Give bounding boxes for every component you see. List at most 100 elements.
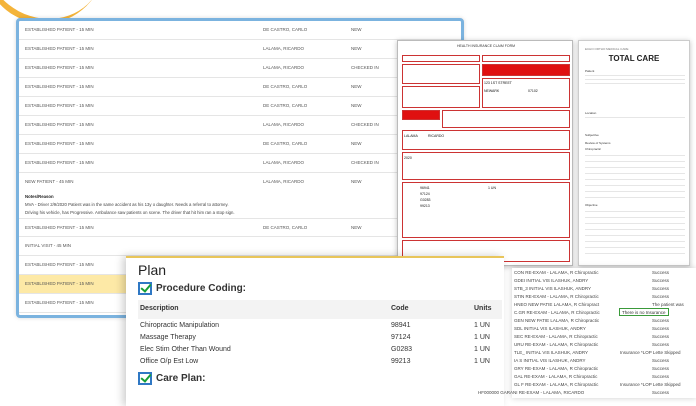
- visit-type: NEW PATIENT - 45 MIN: [25, 179, 74, 184]
- schedule-row[interactable]: ESTABLISHED PATIENT - 15 MIN DE CASTRO, C…: [19, 78, 461, 97]
- provider-name: DE CASTRO, CARLO: [263, 141, 308, 146]
- form-text: 2020: [404, 156, 412, 160]
- form-text: 123 1ST STREET: [484, 81, 512, 85]
- insurance-tooltip: There is no Insurance: [619, 308, 669, 316]
- provider-name: DE CASTRO, CARLO: [263, 27, 308, 32]
- report-label: Objective: [585, 203, 598, 207]
- schedule-row[interactable]: INITIAL VISIT - 45 MIN: [19, 237, 461, 256]
- procedure-row[interactable]: Massage Therapy 97124 1 UN: [138, 333, 502, 344]
- form-text: G0283: [420, 198, 431, 202]
- procedure-units: 1 UN: [474, 358, 490, 365]
- report-line: [585, 161, 685, 162]
- log-status: Success: [652, 374, 670, 379]
- log-text: GEN NEW PATIE LALAMA, R Chiropractic: [514, 318, 600, 323]
- visit-type: ESTABLISHED PATIENT - 15 MIN: [25, 84, 94, 89]
- provider-name: DE CASTRO, CARLO: [263, 84, 308, 89]
- report-line: [585, 241, 685, 242]
- log-status: Success: [652, 334, 670, 339]
- report-line: [585, 179, 685, 180]
- notes-line: Driving his vehicle, has Progressive. Am…: [25, 210, 235, 215]
- report-line: [585, 211, 685, 212]
- schedule-row[interactable]: ESTABLISHED PATIENT - 15 MIN DE CASTRO, C…: [19, 218, 461, 237]
- visit-type: ESTABLISHED PATIENT - 15 MIN: [25, 281, 94, 286]
- log-text: STB_3 INITIAL VIS ILASHUK, ANDRY: [514, 286, 592, 291]
- schedule-row[interactable]: ESTABLISHED PATIENT - 15 MIN DE CASTRO, C…: [19, 21, 461, 40]
- status-text: CHECKED IN: [351, 160, 379, 165]
- report-line: [585, 167, 685, 168]
- form-field: [482, 55, 570, 62]
- status-text: NEW: [351, 103, 362, 108]
- log-text: SEC RE-EXAM - LALAMA, R Chiropractic: [514, 334, 598, 339]
- log-status: Success: [652, 390, 670, 395]
- visit-type: ESTABLISHED PATIENT - 15 MIN: [25, 46, 94, 51]
- report-line: [585, 79, 685, 80]
- procedure-row[interactable]: Chiropractic Manipulation 98941 1 UN: [138, 321, 502, 332]
- log-text: IA S INITIAL VIS ILASHUK, ANDRY: [514, 358, 586, 363]
- column-header-description: Description: [140, 305, 179, 312]
- form-field-highlight: [482, 64, 570, 76]
- form-text: 1 UN: [488, 186, 496, 190]
- procedure-description: Chiropractic Manipulation: [140, 322, 219, 329]
- log-text: STIN RE-EXAM - LALAMA, R Chiropractic: [514, 294, 599, 299]
- notes-line: MVA - Driver 2/9/2020 Patient was in the…: [25, 202, 229, 207]
- visit-type: ESTABLISHED PATIENT - 15 MIN: [25, 27, 94, 32]
- procedure-code: 98941: [391, 322, 411, 329]
- schedule-row[interactable]: ESTABLISHED PATIENT - 15 MIN DE CASTRO, C…: [19, 135, 461, 154]
- visit-type: ESTABLISHED PATIENT - 15 MIN: [25, 122, 94, 127]
- visit-type: ESTABLISHED PATIENT - 15 MIN: [25, 103, 94, 108]
- schedule-row[interactable]: ESTABLISHED PATIENT - 15 MIN LALAMA, RICA…: [19, 59, 461, 78]
- total-care-report-thumbnail[interactable]: ECHO ORTHO MEDICAL CARE TOTAL CARE Patie…: [578, 40, 690, 266]
- procedure-code: 99213: [391, 358, 411, 365]
- form-text: 99213: [420, 204, 430, 208]
- schedule-row-new-patient[interactable]: NEW PATIENT - 45 MIN LALAMA, RICARDO NEW: [19, 173, 461, 192]
- procedure-code: G0283: [391, 346, 413, 353]
- report-label: Review of Systems: [585, 141, 611, 145]
- log-text: URU RE-EXAM - LALAMA, R Chiropractic: [514, 342, 599, 347]
- plan-title: Plan: [138, 262, 167, 278]
- visit-type: ESTABLISHED PATIENT - 15 MIN: [25, 65, 94, 70]
- claim-form-thumbnail[interactable]: HEALTH INSURANCE CLAIM FORM LALAMA RICAR…: [397, 40, 573, 266]
- column-header-code: Code: [391, 305, 409, 312]
- log-status: Success: [652, 358, 670, 363]
- report-label: Subjective: [585, 133, 599, 137]
- procedure-description: Massage Therapy: [140, 334, 196, 341]
- report-line: [585, 217, 685, 218]
- log-text: TLE_ INITIAL VIS ILASHUK, ANDRY: [514, 350, 589, 355]
- log-status: Success: [652, 286, 670, 291]
- claim-form-title: HEALTH INSURANCE CLAIM FORM: [456, 44, 516, 48]
- form-text: 96941: [420, 186, 430, 190]
- procedure-code: 97124: [391, 334, 411, 341]
- status-text: CHECKED IN: [351, 65, 379, 70]
- report-line: [585, 83, 685, 84]
- form-field: [442, 110, 570, 128]
- log-text: GL F RE-EXAM - LALAMA, R Chiropractic: [514, 382, 599, 387]
- provider-name: LALAMA, RICARDO: [263, 160, 305, 165]
- log-status: Success: [652, 278, 670, 283]
- form-field: [402, 64, 480, 84]
- log-row[interactable]: HF000000 GARANI RE-EXAM - LALAMA, RICARD…: [478, 388, 696, 397]
- schedule-row[interactable]: ESTABLISHED PATIENT - 15 MIN DE CASTRO, C…: [19, 97, 461, 116]
- report-line: [585, 185, 685, 186]
- provider-name: LALAMA, RICARDO: [263, 46, 305, 51]
- visit-type: ESTABLISHED PATIENT - 15 MIN: [25, 300, 94, 305]
- visit-type: ESTABLISHED PATIENT - 15 MIN: [25, 160, 94, 165]
- status-text: CHECKED IN: [351, 122, 379, 127]
- log-text: GAL RE-EXAM - LALAMA, R Chiropractic: [514, 374, 598, 379]
- procedure-row[interactable]: Elec Stim Other Than Wound G0283 1 UN: [138, 345, 502, 356]
- status-text: NEW: [351, 141, 362, 146]
- procedure-units: 1 UN: [474, 322, 490, 329]
- report-line: [585, 117, 685, 118]
- schedule-row[interactable]: ESTABLISHED PATIENT - 15 MIN LALAMA, RICA…: [19, 116, 461, 135]
- log-text: SDL INITIAL VIS ILASHUK, ANDRY: [514, 326, 586, 331]
- schedule-row[interactable]: ESTABLISHED PATIENT - 15 MIN LALAMA, RICA…: [19, 154, 461, 173]
- schedule-row[interactable]: ESTABLISHED PATIENT - 15 MIN LALAMA, RICA…: [19, 40, 461, 59]
- visit-type: INITIAL VISIT - 45 MIN: [25, 243, 72, 248]
- care-plan-heading: Care Plan:: [138, 372, 205, 385]
- form-field: [402, 86, 480, 108]
- procedure-row[interactable]: Office O/p Est Low 99213 1 UN: [138, 357, 502, 368]
- log-status: Success: [652, 366, 670, 371]
- checkbox-icon: [138, 282, 152, 295]
- report-label: Chiropractic: [585, 147, 602, 151]
- log-status: The patient was: [652, 302, 684, 307]
- report-line: [585, 155, 685, 156]
